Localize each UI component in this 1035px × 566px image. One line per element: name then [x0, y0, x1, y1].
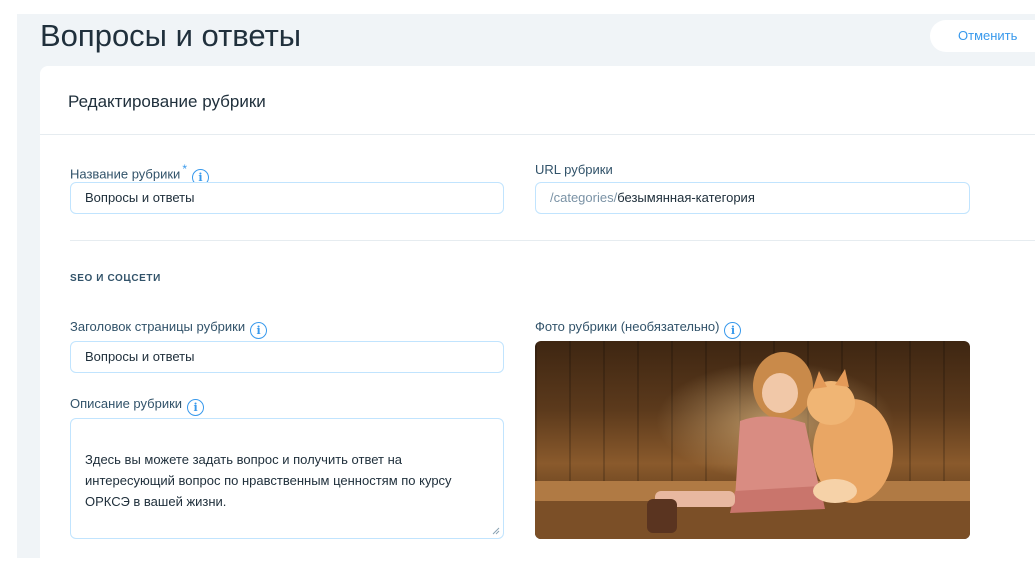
panel-header: Редактирование рубрики: [40, 66, 1035, 135]
description-textarea[interactable]: Здесь вы можете задать вопрос и получить…: [70, 418, 504, 539]
info-icon[interactable]: i: [187, 399, 205, 416]
category-name-input[interactable]: Вопросы и ответы: [70, 182, 504, 214]
page-title-label-text: Заголовок страницы рубрики: [70, 319, 246, 334]
cat-ear: [813, 371, 827, 389]
girl-dress: [735, 416, 820, 499]
url-slug: безымянная-категория: [617, 190, 755, 205]
category-url-input[interactable]: /categories/безымянная-категория: [535, 182, 970, 214]
info-icon[interactable]: i: [250, 322, 268, 339]
page-title-input[interactable]: Вопросы и ответы: [70, 341, 504, 373]
section-divider: [70, 240, 1035, 241]
required-mark: *: [182, 162, 187, 176]
description-label-text: Описание рубрики: [70, 396, 183, 411]
page-title-value: Вопросы и ответы: [85, 349, 195, 364]
photo-label: Фото рубрики (необязательно) i: [535, 319, 742, 339]
girl-face: [762, 373, 798, 413]
cat-paws: [813, 479, 857, 503]
category-name-label-text: Название рубрики: [70, 166, 181, 182]
url-prefix: /categories/: [550, 190, 618, 205]
girl-with-cat-illustration: [647, 352, 893, 533]
info-icon[interactable]: i: [724, 322, 742, 339]
page-title-label: Заголовок страницы рубрики i: [70, 319, 268, 339]
girl-boot: [647, 499, 677, 533]
page-title: Вопросы и ответы: [40, 18, 302, 53]
description-value: Здесь вы можете задать вопрос и получить…: [85, 452, 452, 509]
photo-label-text: Фото рубрики (необязательно): [535, 319, 720, 334]
category-url-label: URL рубрики: [535, 162, 613, 177]
edit-category-panel: Редактирование рубрики Название рубрики *…: [40, 66, 1035, 566]
category-url-label-text: URL рубрики: [535, 162, 613, 177]
panel-title: Редактирование рубрики: [68, 92, 266, 111]
category-photo[interactable]: [535, 341, 970, 539]
cat-ear: [835, 369, 849, 387]
seo-section-title: SEO И СОЦСЕТИ: [70, 273, 161, 284]
category-name-value: Вопросы и ответы: [85, 190, 195, 205]
resize-grip-icon[interactable]: [492, 527, 500, 535]
description-label: Описание рубрики i: [70, 396, 205, 416]
cancel-button[interactable]: Отменить: [930, 20, 1035, 52]
